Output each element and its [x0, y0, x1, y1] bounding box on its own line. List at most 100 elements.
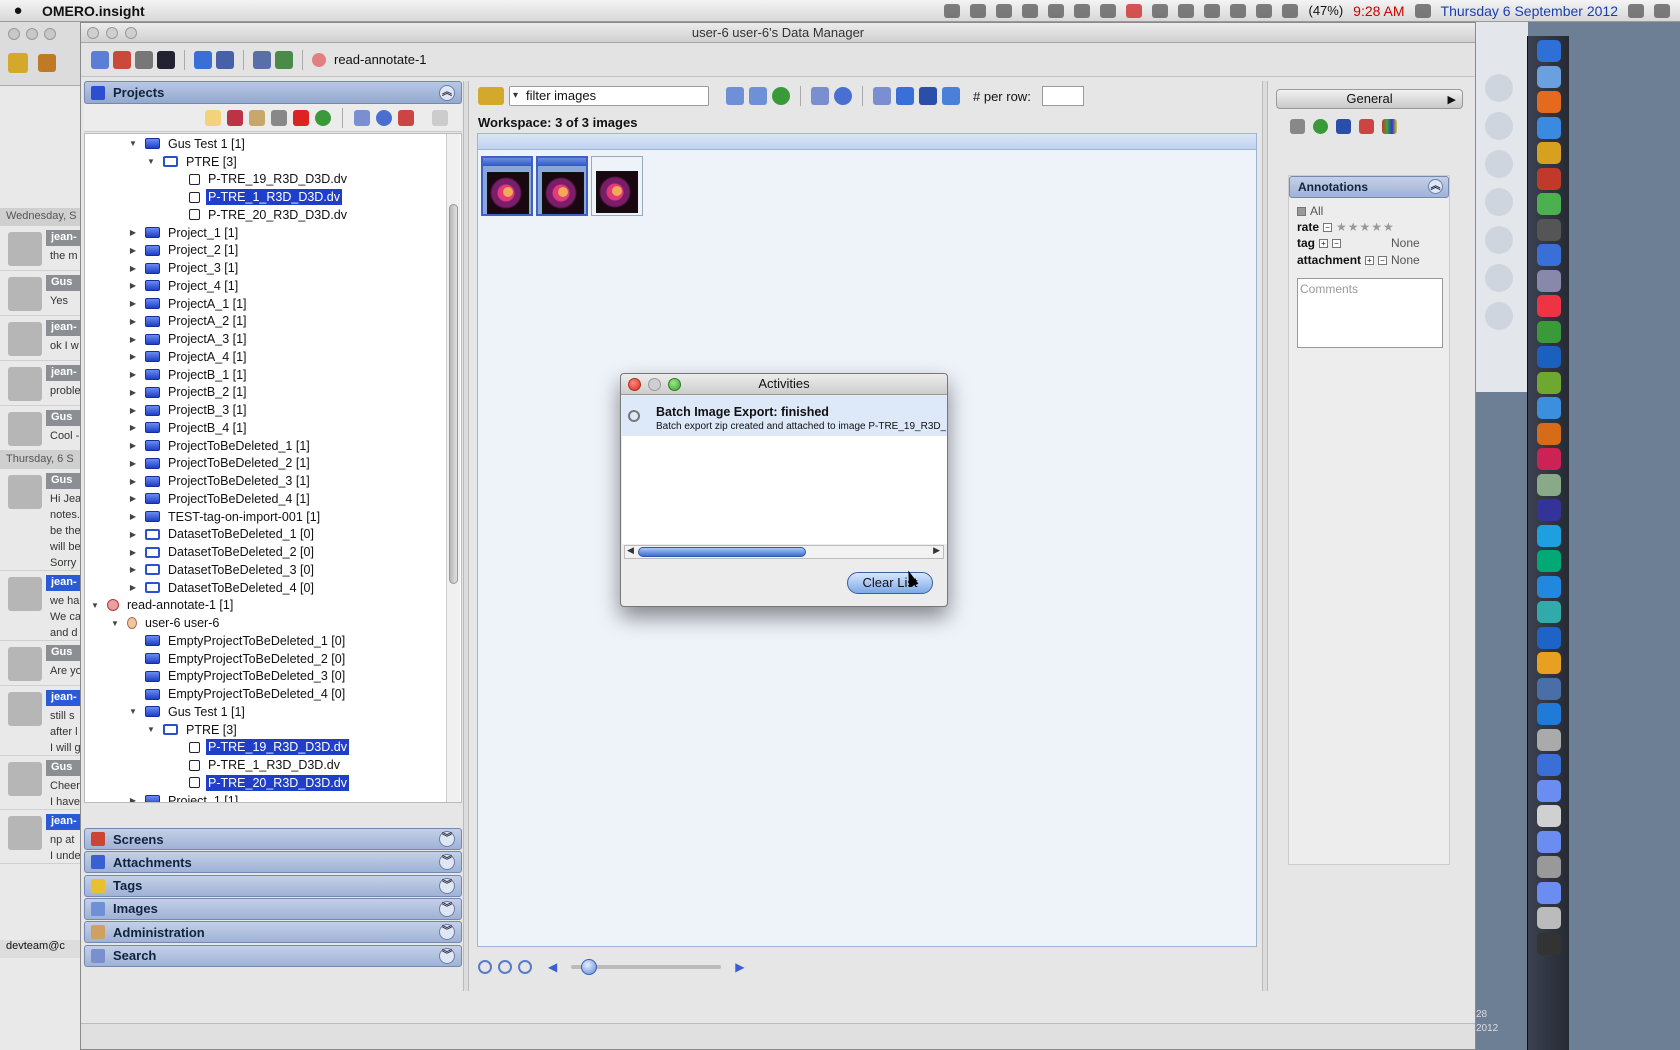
disclosure-triangle-icon[interactable]: ▶	[127, 406, 139, 415]
export-icon[interactable]	[1359, 118, 1374, 134]
dock-app-icon[interactable]	[1537, 244, 1561, 266]
dock-app-icon[interactable]	[1537, 320, 1561, 343]
zoom-slider[interactable]	[571, 959, 722, 975]
refresh-icon[interactable]	[1313, 118, 1328, 134]
status-icon[interactable]	[1100, 3, 1117, 18]
menubar-date[interactable]: Thursday 6 September 2012	[1441, 3, 1618, 19]
dock-app-icon[interactable]	[1537, 932, 1561, 955]
dock-app-icon[interactable]	[1537, 626, 1561, 649]
zoom-button[interactable]	[668, 378, 681, 391]
disclosure-triangle-icon[interactable]: ▶	[127, 477, 139, 486]
accordion-administration[interactable]: Administration ︾	[84, 921, 462, 944]
scroll-left-icon[interactable]: ◀	[627, 545, 634, 556]
disclosure-triangle-icon[interactable]: ▶	[127, 459, 139, 468]
gear-icon[interactable]	[1628, 3, 1644, 18]
status-icon[interactable]	[970, 3, 987, 18]
tree-node[interactable]: ▶ ProjectB_3 [1]	[127, 401, 249, 419]
tree-node[interactable]: ▼ Gus Test 1 [1]	[127, 135, 247, 153]
folders-icon[interactable]	[896, 87, 914, 105]
importer-icon[interactable]	[135, 50, 153, 69]
tree-node[interactable]: ▶ ProjectToBeDeleted_2 [1]	[127, 455, 312, 473]
disclosure-triangle-icon[interactable]: ▶	[127, 370, 139, 379]
dock-app-icon[interactable]	[1537, 575, 1561, 598]
wifi-icon[interactable]	[1230, 3, 1247, 18]
disclosure-triangle-icon[interactable]: ▼	[145, 157, 157, 166]
lock-icon[interactable]	[38, 53, 56, 72]
close-button[interactable]	[87, 27, 99, 39]
tree-node[interactable]: EmptyProjectToBeDeleted_1 [0]	[127, 632, 347, 650]
zoom-fit-icon[interactable]	[518, 960, 532, 974]
dock-app-icon[interactable]	[1537, 346, 1561, 368]
close-button[interactable]	[628, 378, 641, 391]
dock-app-icon[interactable]	[1537, 524, 1561, 547]
status-icon[interactable]	[1048, 3, 1065, 18]
copy-icon[interactable]	[249, 109, 265, 126]
dock-app-icon[interactable]	[1537, 269, 1561, 292]
disclosure-triangle-icon[interactable]: ▼	[109, 619, 121, 628]
dock-app-icon[interactable]	[1537, 754, 1561, 776]
tree-node[interactable]: EmptyProjectToBeDeleted_4 [0]	[127, 685, 347, 703]
magnify-icon[interactable]	[873, 87, 891, 105]
pencil-icon[interactable]	[216, 50, 234, 69]
clear-list-button[interactable]: Clear List	[847, 572, 933, 594]
expand-right-icon[interactable]: ▶	[1448, 91, 1456, 109]
scrollbar-thumb[interactable]	[449, 204, 458, 584]
splitter[interactable]	[463, 81, 469, 991]
volume-icon[interactable]	[1256, 3, 1273, 18]
disclosure-triangle-icon[interactable]: ▼	[127, 707, 139, 716]
dock-app-icon[interactable]	[1537, 218, 1561, 241]
tree-node[interactable]: ▶ Project_2 [1]	[127, 242, 240, 260]
chat-message[interactable]: Gus Are yo	[0, 641, 85, 686]
bluetooth-icon[interactable]	[1204, 3, 1221, 18]
tree-node[interactable]: P-TRE_1_R3D_D3D.dv	[171, 756, 342, 774]
thumbnail-view-icon[interactable]	[726, 87, 744, 105]
dock-app-icon[interactable]	[1537, 295, 1561, 317]
annotate-icon[interactable]	[942, 87, 960, 105]
dock-app-icon[interactable]	[1537, 448, 1561, 470]
dock-app-icon[interactable]	[1537, 677, 1561, 700]
cut-icon[interactable]	[227, 109, 243, 126]
chat-message[interactable]: jean-still s after l I will g	[0, 686, 85, 756]
minimize-button[interactable]	[648, 378, 661, 391]
splitter[interactable]	[1262, 81, 1268, 991]
monitor-icon[interactable]	[1336, 118, 1351, 134]
dock-app-icon[interactable]	[1537, 779, 1561, 802]
tree-node[interactable]: ▶ ProjectToBeDeleted_4 [1]	[127, 490, 312, 508]
dock-app-icon[interactable]	[1537, 830, 1561, 853]
scroll-right-icon[interactable]: ▶	[933, 545, 940, 556]
tree-node[interactable]: ▶ DatasetToBeDeleted_4 [0]	[127, 579, 316, 597]
tree-node[interactable]: ▼ Gus Test 1 [1]	[127, 703, 247, 721]
search-icon[interactable]	[1485, 264, 1513, 292]
tree-node[interactable]: ▶ Project_1 [1]	[127, 224, 240, 242]
collapse-icon[interactable]: −	[1323, 222, 1333, 232]
scrollbar-thumb[interactable]	[638, 547, 806, 557]
disclosure-triangle-icon[interactable]: ▼	[145, 725, 157, 734]
dock-app-icon[interactable]	[1537, 65, 1561, 88]
chat-message[interactable]: Gus Yes	[0, 271, 85, 316]
tree-node[interactable]: P-TRE_19_R3D_D3D.dv	[171, 171, 349, 189]
spotlight-search-icon[interactable]	[1654, 3, 1670, 18]
dock-app-icon[interactable]	[1537, 728, 1561, 751]
activity-item[interactable]: Batch Image Export: finished Batch expor…	[622, 396, 947, 436]
tree-node[interactable]: ▶ ProjectToBeDeleted_3 [1]	[127, 472, 312, 490]
clock-icon[interactable]	[834, 87, 852, 105]
tree-node[interactable]: ▶ ProjectA_1 [1]	[127, 295, 249, 313]
dock-app-icon[interactable]	[1537, 193, 1561, 215]
zoom-in-icon[interactable]	[478, 960, 492, 974]
status-icon[interactable]	[1126, 3, 1143, 18]
dock-app-icon[interactable]	[1537, 550, 1561, 572]
tree-node[interactable]: ▶ ProjectB_2 [1]	[127, 384, 249, 402]
image-thumbnail[interactable]	[481, 156, 533, 216]
disclosure-triangle-icon[interactable]: ▶	[127, 317, 139, 326]
chat-message[interactable]: jean-the m	[0, 226, 85, 271]
remove-icon[interactable]: −	[1332, 238, 1341, 248]
dock-app-icon[interactable]	[1537, 40, 1561, 62]
group-label[interactable]: read-annotate-1	[334, 52, 427, 67]
image-thumbnail[interactable]	[591, 156, 643, 216]
status-icon[interactable]	[1022, 3, 1039, 18]
dock-app-icon[interactable]	[1537, 397, 1561, 419]
disclosure-triangle-icon[interactable]: ▶	[127, 335, 139, 344]
disclosure-triangle-icon[interactable]: ▶	[127, 565, 139, 574]
save-icon[interactable]	[1290, 118, 1305, 134]
disclosure-triangle-icon[interactable]: ▶	[127, 388, 139, 397]
